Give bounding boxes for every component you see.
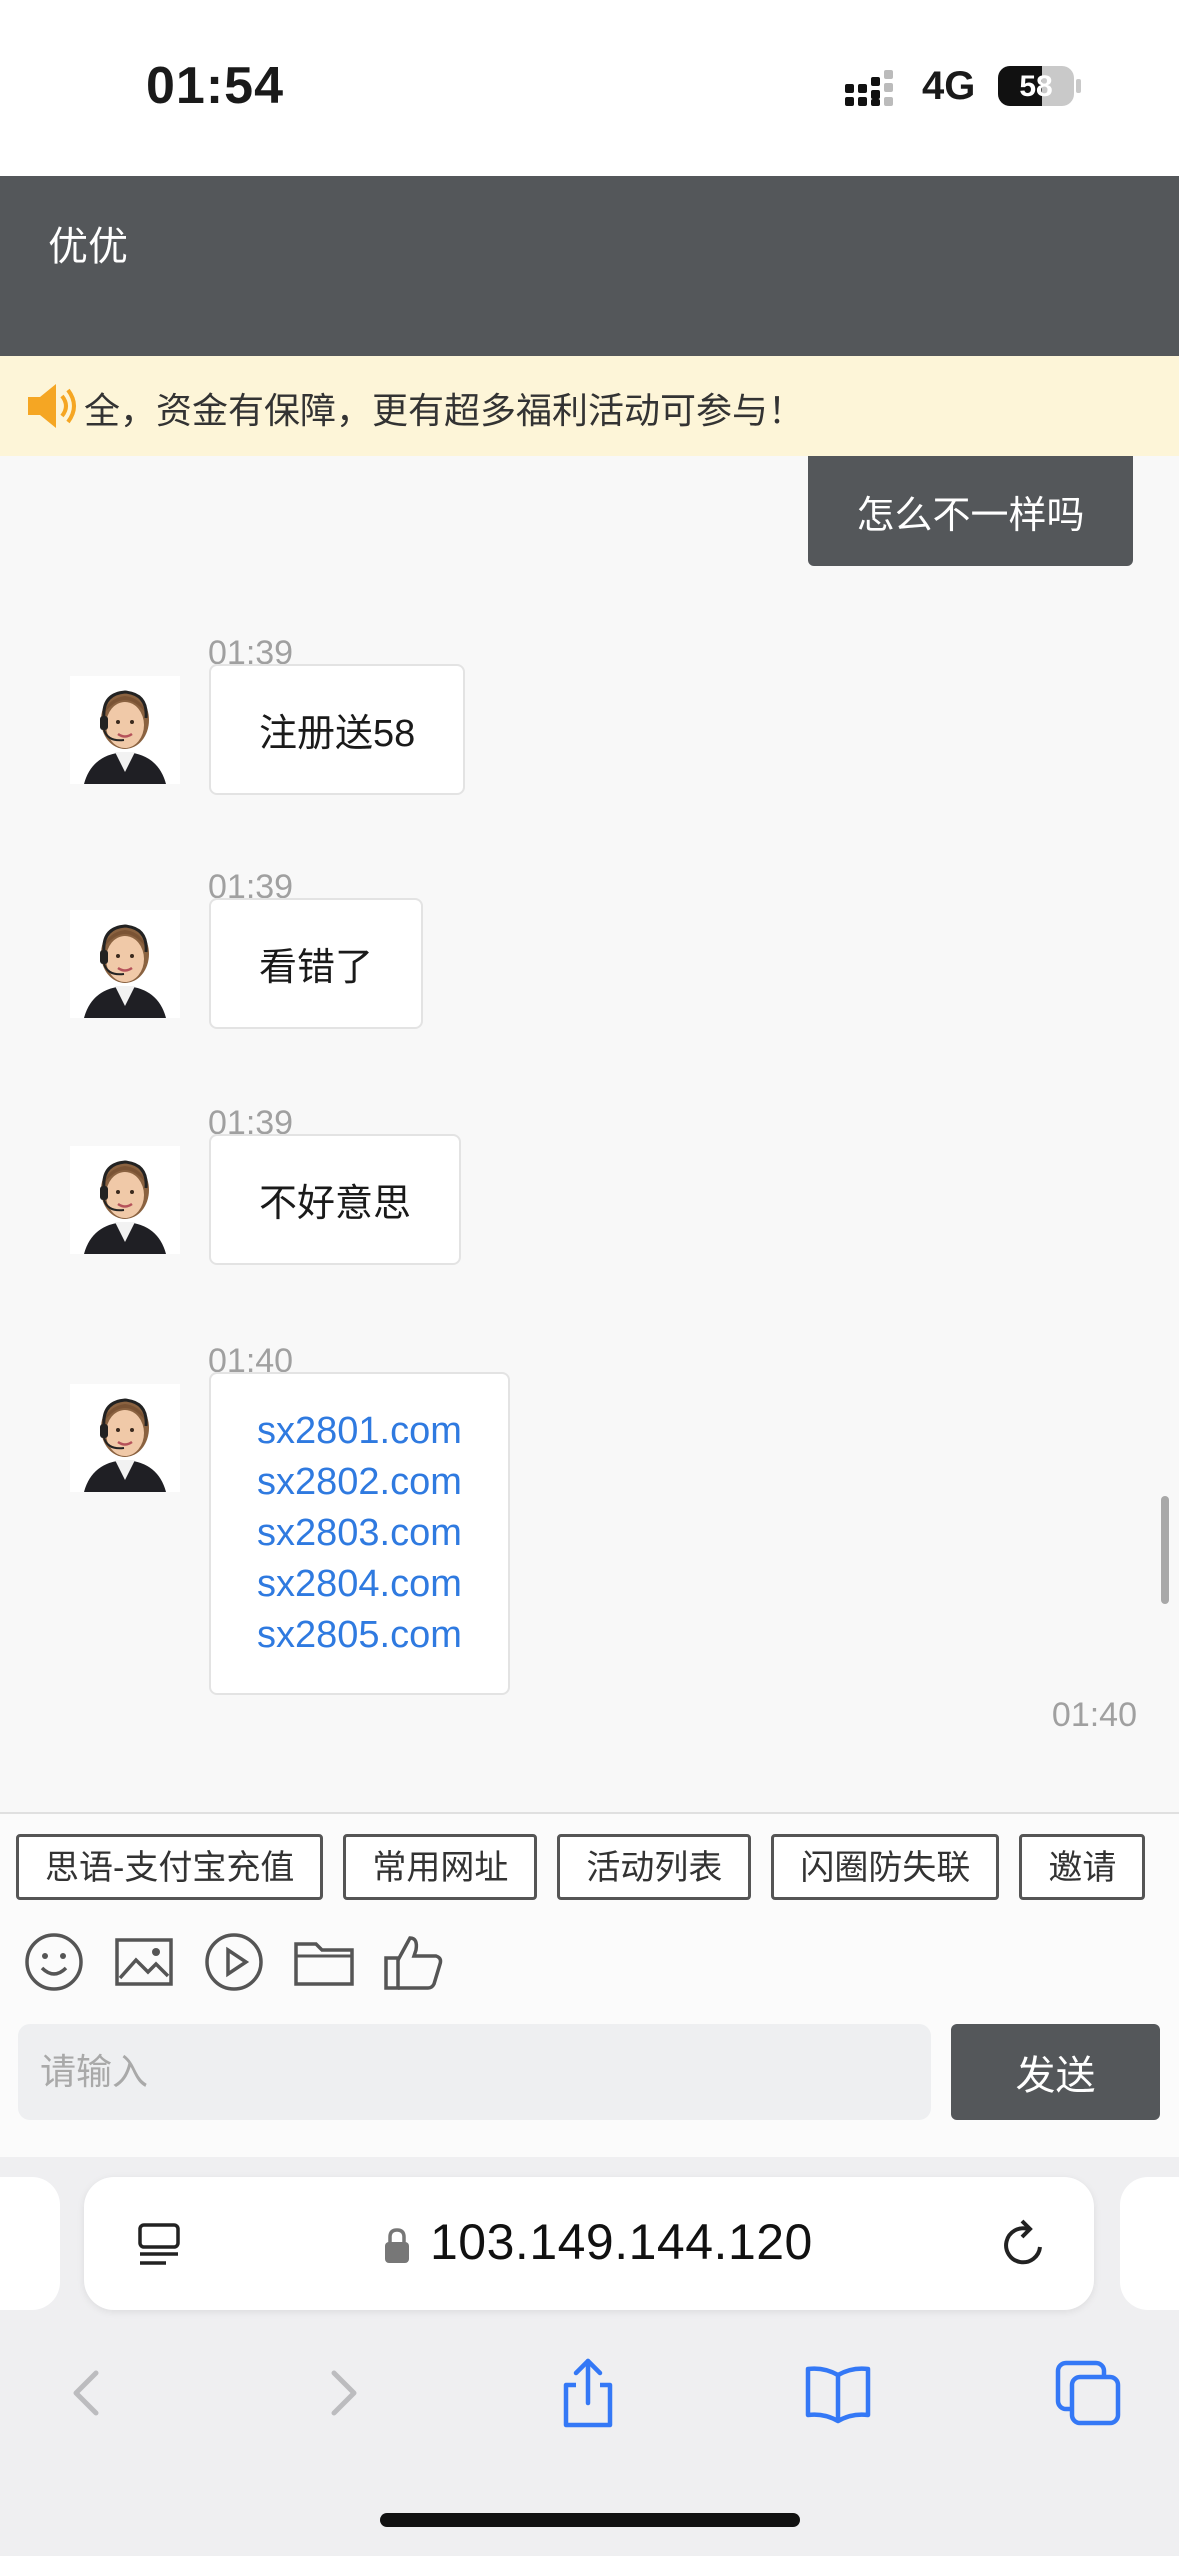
message-link[interactable]: sx2805.com (257, 1610, 462, 1661)
reload-icon[interactable] (998, 2219, 1050, 2271)
quick-reply-activities[interactable]: 活动列表 (557, 1834, 752, 1900)
address-bar[interactable]: 103.149.144.120 (84, 2177, 1094, 2310)
status-bar: 01:54 4G 58 (0, 0, 1179, 176)
video-icon[interactable] (202, 1930, 266, 1994)
tabs-icon[interactable] (1052, 2357, 1124, 2429)
quick-reply-contact[interactable]: 闪圈防失联 (771, 1834, 1000, 1900)
quick-reply-invite[interactable]: 邀请 (1019, 1834, 1146, 1900)
image-icon[interactable] (112, 1930, 176, 1994)
quick-reply-alipay[interactable]: 思语-支付宝充值 (16, 1834, 324, 1900)
message-input[interactable] (18, 2024, 931, 2120)
lock-icon (385, 2228, 409, 2263)
scrollbar-thumb[interactable] (1161, 1496, 1169, 1604)
message-time: 01:40 (1051, 1696, 1137, 1734)
thumbs-up-icon[interactable] (382, 1930, 446, 1994)
quick-reply-urls[interactable]: 常用网址 (343, 1834, 538, 1900)
network-type: 4G (922, 64, 976, 108)
url-text: 103.149.144.120 (430, 2214, 813, 2270)
browser-toolbar (0, 2357, 1179, 2447)
message-link[interactable]: sx2802.com (257, 1457, 462, 1508)
notice-text: 全，资金有保障，更有超多福利活动可参与！ (84, 390, 805, 431)
chat-area[interactable]: 怎么不一样吗 01:39 注册送58 01:39 看错了 01:39 不好意思 … (0, 456, 1179, 1812)
signal-icon (845, 70, 893, 106)
status-time: 01:54 (146, 57, 284, 115)
agent-avatar (70, 676, 180, 784)
agent-avatar (70, 1384, 180, 1492)
bookmarks-icon[interactable] (802, 2357, 874, 2429)
link-message-bubble: sx2801.com sx2802.com sx2803.com sx2804.… (209, 1372, 510, 1695)
forward-icon[interactable] (306, 2357, 378, 2429)
agent-avatar (70, 1146, 180, 1254)
message-bubble: 看错了 (209, 898, 424, 1029)
message-link[interactable]: sx2803.com (257, 1508, 462, 1559)
notice-bar: 全，资金有保障，更有超多福利活动可参与！ (0, 356, 1179, 456)
folder-icon[interactable] (292, 1930, 356, 1994)
page-menu-icon[interactable] (134, 2219, 184, 2269)
self-message-bubble: 怎么不一样吗 (808, 456, 1133, 566)
agent-avatar (70, 910, 180, 1018)
emoji-icon[interactable] (22, 1930, 86, 1994)
message-bubble: 注册送58 (209, 664, 466, 795)
back-icon[interactable] (52, 2357, 124, 2429)
message-link[interactable]: sx2801.com (257, 1406, 462, 1457)
battery-level: 58 (1019, 70, 1052, 103)
send-button[interactable]: 发送 (951, 2024, 1160, 2120)
home-indicator[interactable] (380, 2513, 800, 2527)
composer-panel: 思语-支付宝充值常用网址活动列表闪圈防失联邀请 发送 (0, 1812, 1179, 2157)
message-link[interactable]: sx2804.com (257, 1559, 462, 1610)
browser-chrome: 103.149.144.120 (0, 2157, 1179, 2556)
previous-tab-preview[interactable] (0, 2177, 60, 2310)
battery-icon: 58 (998, 66, 1081, 106)
chat-header: 优优 (0, 176, 1179, 356)
quick-reply-bar[interactable]: 思语-支付宝充值 常用网址 活动列表 闪圈防失联 邀请 (16, 1834, 1179, 1904)
page-title: 优优 (48, 225, 128, 269)
message-bubble: 不好意思 (209, 1134, 462, 1265)
speaker-icon (28, 384, 76, 428)
next-tab-preview[interactable] (1120, 2177, 1179, 2310)
share-icon[interactable] (552, 2357, 624, 2429)
